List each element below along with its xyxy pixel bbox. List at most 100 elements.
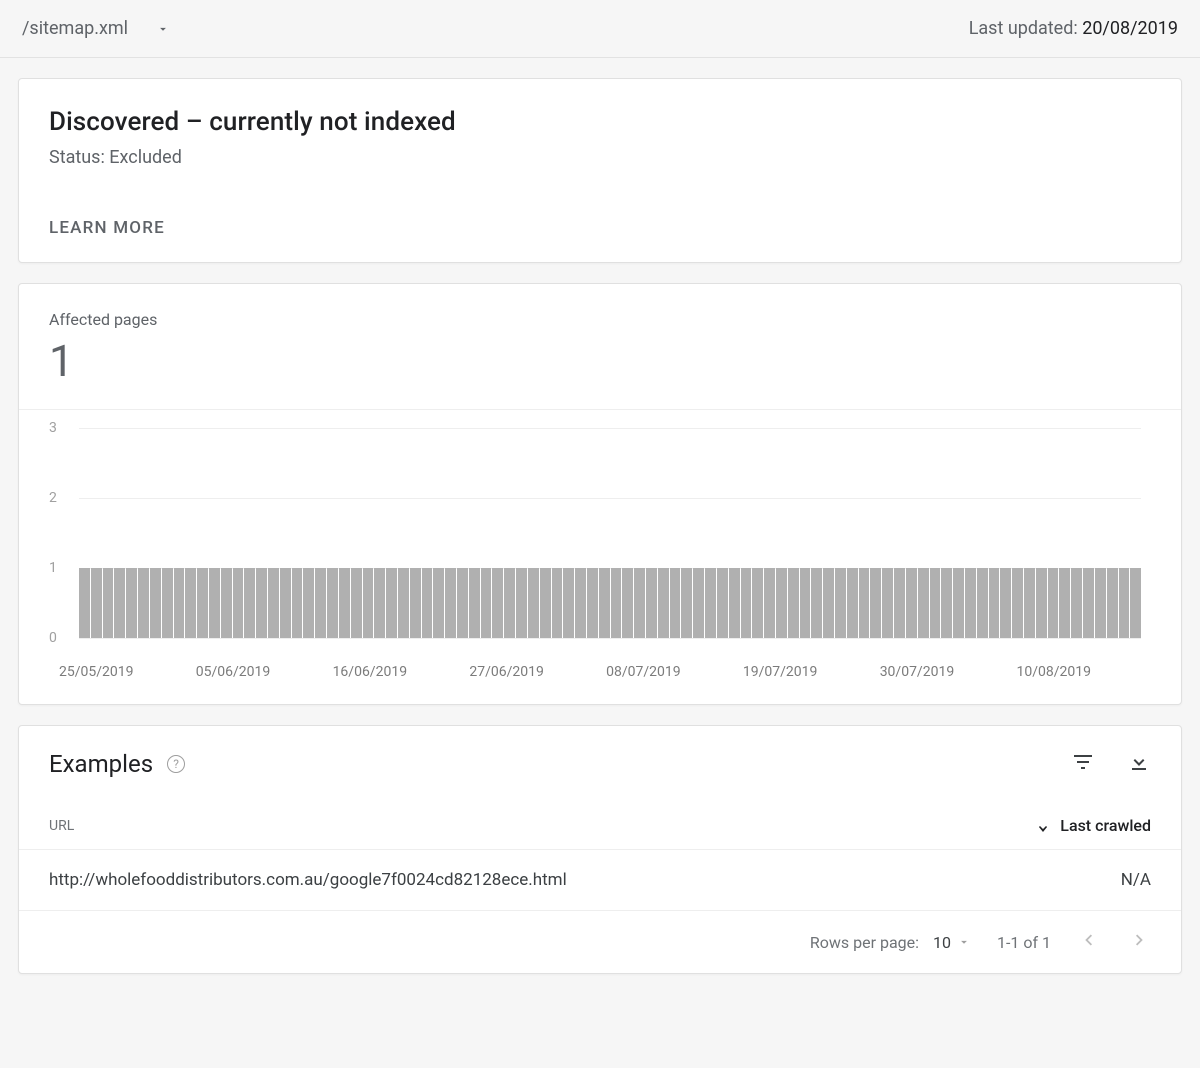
table-row[interactable]: http://wholefooddistributors.com.au/goog… bbox=[19, 850, 1181, 911]
chart-bar bbox=[221, 568, 232, 638]
chart-bar bbox=[1107, 568, 1118, 638]
affected-pages-count: 1 bbox=[49, 335, 1151, 387]
chart-bar bbox=[563, 568, 574, 638]
x-tick: 30/07/2019 bbox=[880, 664, 955, 680]
chart-bar bbox=[209, 568, 220, 638]
chart-bar bbox=[587, 568, 598, 638]
chart-bar bbox=[422, 568, 433, 638]
chart-bar bbox=[315, 568, 326, 638]
chart-bar bbox=[481, 568, 492, 638]
chart-bar bbox=[268, 568, 279, 638]
chart-bar bbox=[658, 568, 669, 638]
chart-bar bbox=[126, 568, 137, 638]
chart-bar bbox=[445, 568, 456, 638]
row-last-crawled: N/A bbox=[1121, 870, 1151, 890]
download-icon bbox=[1127, 750, 1151, 774]
x-tick: 25/05/2019 bbox=[59, 664, 134, 680]
chart-bar bbox=[185, 568, 196, 638]
chart-bar bbox=[870, 568, 881, 638]
chart-bar bbox=[776, 568, 787, 638]
chart-bar bbox=[670, 568, 681, 638]
examples-title: Examples bbox=[49, 750, 153, 778]
chevron-left-icon bbox=[1077, 929, 1099, 951]
chart-bar bbox=[599, 568, 610, 638]
chart-bar bbox=[823, 568, 834, 638]
chart-bar bbox=[233, 568, 244, 638]
arrow-down-icon bbox=[1034, 817, 1052, 835]
download-button[interactable] bbox=[1127, 750, 1151, 778]
status-title: Discovered – currently not indexed bbox=[49, 107, 1151, 137]
chart-bar bbox=[91, 568, 102, 638]
chevron-right-icon bbox=[1129, 929, 1151, 951]
learn-more-link[interactable]: LEARN MORE bbox=[49, 218, 165, 238]
sitemap-dropdown[interactable]: /sitemap.xml bbox=[22, 18, 170, 39]
chart-bar bbox=[729, 568, 740, 638]
column-last-crawled-sort[interactable]: Last crawled bbox=[1034, 816, 1151, 835]
chart-bar bbox=[433, 568, 444, 638]
chart-bar bbox=[162, 568, 173, 638]
chart-bar bbox=[634, 568, 645, 638]
chart-bar bbox=[705, 568, 716, 638]
column-last-crawled: Last crawled bbox=[1060, 816, 1151, 835]
chart-bar bbox=[965, 568, 976, 638]
x-tick: 05/06/2019 bbox=[196, 664, 271, 680]
status-card: Discovered – currently not indexed Statu… bbox=[18, 78, 1182, 263]
x-tick: 19/07/2019 bbox=[743, 664, 818, 680]
chart-bar bbox=[788, 568, 799, 638]
chart-bar bbox=[174, 568, 185, 638]
chart-bar bbox=[741, 568, 752, 638]
chart-bars bbox=[79, 428, 1141, 638]
affected-pages-label: Affected pages bbox=[49, 310, 1151, 329]
chart-x-ticks: 25/05/201905/06/201916/06/201927/06/2019… bbox=[59, 664, 1091, 680]
chart-bar bbox=[1095, 568, 1106, 638]
next-page-button[interactable] bbox=[1129, 929, 1151, 955]
chart-bar bbox=[374, 568, 385, 638]
prev-page-button[interactable] bbox=[1077, 929, 1099, 955]
chart-bar bbox=[811, 568, 822, 638]
chart-bar bbox=[79, 568, 90, 638]
x-tick: 16/06/2019 bbox=[333, 664, 408, 680]
chart-bar bbox=[977, 568, 988, 638]
y-tick: 2 bbox=[49, 490, 57, 506]
chart-card: Affected pages 1 0123 25/05/201905/06/20… bbox=[18, 283, 1182, 705]
chart-bar bbox=[504, 568, 515, 638]
page-range: 1-1 of 1 bbox=[997, 933, 1051, 952]
chart-bar bbox=[552, 568, 563, 638]
chart-bar bbox=[138, 568, 149, 638]
y-tick: 3 bbox=[49, 420, 57, 436]
chart-bar bbox=[693, 568, 704, 638]
filter-icon bbox=[1071, 750, 1095, 774]
chart-bar bbox=[906, 568, 917, 638]
chart-bar bbox=[303, 568, 314, 638]
chart-bar bbox=[1059, 568, 1070, 638]
chart-bar bbox=[256, 568, 267, 638]
chart-bar bbox=[492, 568, 503, 638]
chart-bar bbox=[339, 568, 350, 638]
chart-bar bbox=[150, 568, 161, 638]
chart-bar bbox=[953, 568, 964, 638]
chart-bar bbox=[1012, 568, 1023, 638]
rows-per-page[interactable]: Rows per page: 10 bbox=[810, 933, 971, 952]
chart-bar bbox=[469, 568, 480, 638]
chart-bar bbox=[752, 568, 763, 638]
chart-bar bbox=[410, 568, 421, 638]
chart-bar bbox=[894, 568, 905, 638]
filter-button[interactable] bbox=[1071, 750, 1095, 778]
chart-bar bbox=[622, 568, 633, 638]
x-tick: 08/07/2019 bbox=[606, 664, 681, 680]
chart-bar bbox=[1083, 568, 1094, 638]
chart-bar bbox=[611, 568, 622, 638]
gridline bbox=[79, 638, 1141, 639]
chart-bar bbox=[800, 568, 811, 638]
chart-bar bbox=[327, 568, 338, 638]
chart-bar bbox=[646, 568, 657, 638]
chart-bar bbox=[918, 568, 929, 638]
help-icon[interactable]: ? bbox=[167, 755, 185, 773]
chart-bar bbox=[1036, 568, 1047, 638]
chart-bar bbox=[859, 568, 870, 638]
chart-bar bbox=[575, 568, 586, 638]
chart-bar bbox=[363, 568, 374, 638]
chart-bar bbox=[847, 568, 858, 638]
chart-bar bbox=[764, 568, 775, 638]
chevron-down-icon bbox=[156, 22, 170, 36]
